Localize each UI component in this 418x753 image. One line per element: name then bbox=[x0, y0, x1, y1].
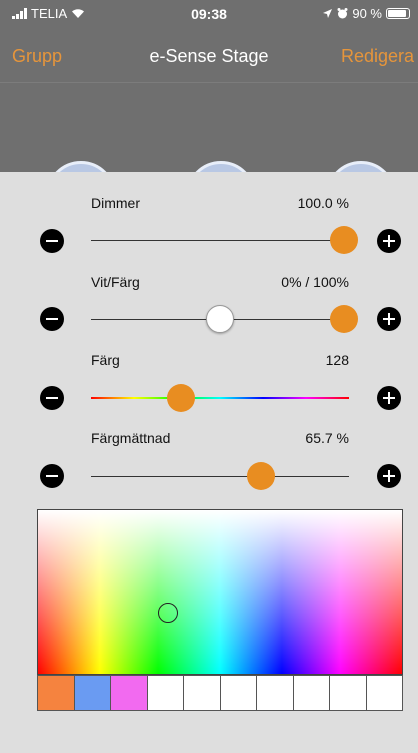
battery-percent: 90 % bbox=[352, 6, 382, 21]
lamp-icon[interactable] bbox=[186, 161, 256, 172]
navigation-bar: Grupp e-Sense Stage Redigera bbox=[0, 42, 418, 76]
dimmer-increase-button[interactable] bbox=[377, 229, 401, 253]
color-preset-swatch[interactable] bbox=[257, 676, 294, 710]
color-preset-swatch[interactable] bbox=[111, 676, 148, 710]
white-slider-thumb[interactable] bbox=[206, 305, 234, 333]
hue-slider-track[interactable] bbox=[91, 397, 349, 399]
color-preset-swatch[interactable] bbox=[330, 676, 367, 710]
top-bar: TELIA 09:38 90 % Grupp e-Sense Stage Red… bbox=[0, 0, 418, 82]
hue-decrease-button[interactable] bbox=[40, 386, 64, 410]
saturation-slider-track[interactable] bbox=[91, 476, 349, 477]
lamp-strip bbox=[0, 82, 418, 172]
color-preset-swatch[interactable] bbox=[366, 676, 402, 710]
dimmer-decrease-button[interactable] bbox=[40, 229, 64, 253]
white-color-value: 0% / 100% bbox=[281, 274, 349, 290]
white-color-increase-button[interactable] bbox=[377, 307, 401, 331]
hue-label: Färg bbox=[91, 352, 120, 368]
color-preset-swatch[interactable] bbox=[184, 676, 221, 710]
white-color-decrease-button[interactable] bbox=[40, 307, 64, 331]
color-presets bbox=[37, 675, 403, 711]
color-slider-thumb[interactable] bbox=[329, 305, 358, 333]
lamp-icon[interactable] bbox=[326, 161, 396, 172]
dimmer-slider-thumb[interactable] bbox=[329, 226, 358, 254]
battery-icon bbox=[386, 8, 410, 19]
status-bar: TELIA 09:38 90 % bbox=[0, 0, 418, 28]
saturation-increase-button[interactable] bbox=[377, 464, 401, 488]
color-preset-swatch[interactable] bbox=[38, 676, 75, 710]
color-preset-swatch[interactable] bbox=[220, 676, 257, 710]
dimmer-label: Dimmer bbox=[91, 195, 140, 211]
hue-value: 128 bbox=[325, 352, 349, 368]
white-color-label: Vit/Färg bbox=[91, 274, 140, 290]
color-preset-swatch[interactable] bbox=[74, 676, 111, 710]
saturation-label: Färgmättnad bbox=[91, 430, 171, 446]
location-icon bbox=[323, 9, 333, 18]
color-picker-cursor[interactable] bbox=[158, 603, 178, 623]
saturation-slider-thumb[interactable] bbox=[246, 462, 275, 490]
alarm-icon bbox=[337, 8, 348, 19]
color-preset-swatch[interactable] bbox=[147, 676, 184, 710]
color-picker[interactable] bbox=[37, 509, 403, 675]
edit-button[interactable]: Redigera bbox=[341, 46, 414, 67]
lamp-icon[interactable] bbox=[46, 161, 116, 172]
dimmer-value: 100.0 % bbox=[297, 195, 349, 211]
dimmer-slider-track[interactable] bbox=[91, 240, 349, 241]
color-preset-swatch[interactable] bbox=[293, 676, 330, 710]
saturation-decrease-button[interactable] bbox=[40, 464, 64, 488]
hue-increase-button[interactable] bbox=[377, 386, 401, 410]
saturation-value: 65.7 % bbox=[305, 430, 349, 446]
